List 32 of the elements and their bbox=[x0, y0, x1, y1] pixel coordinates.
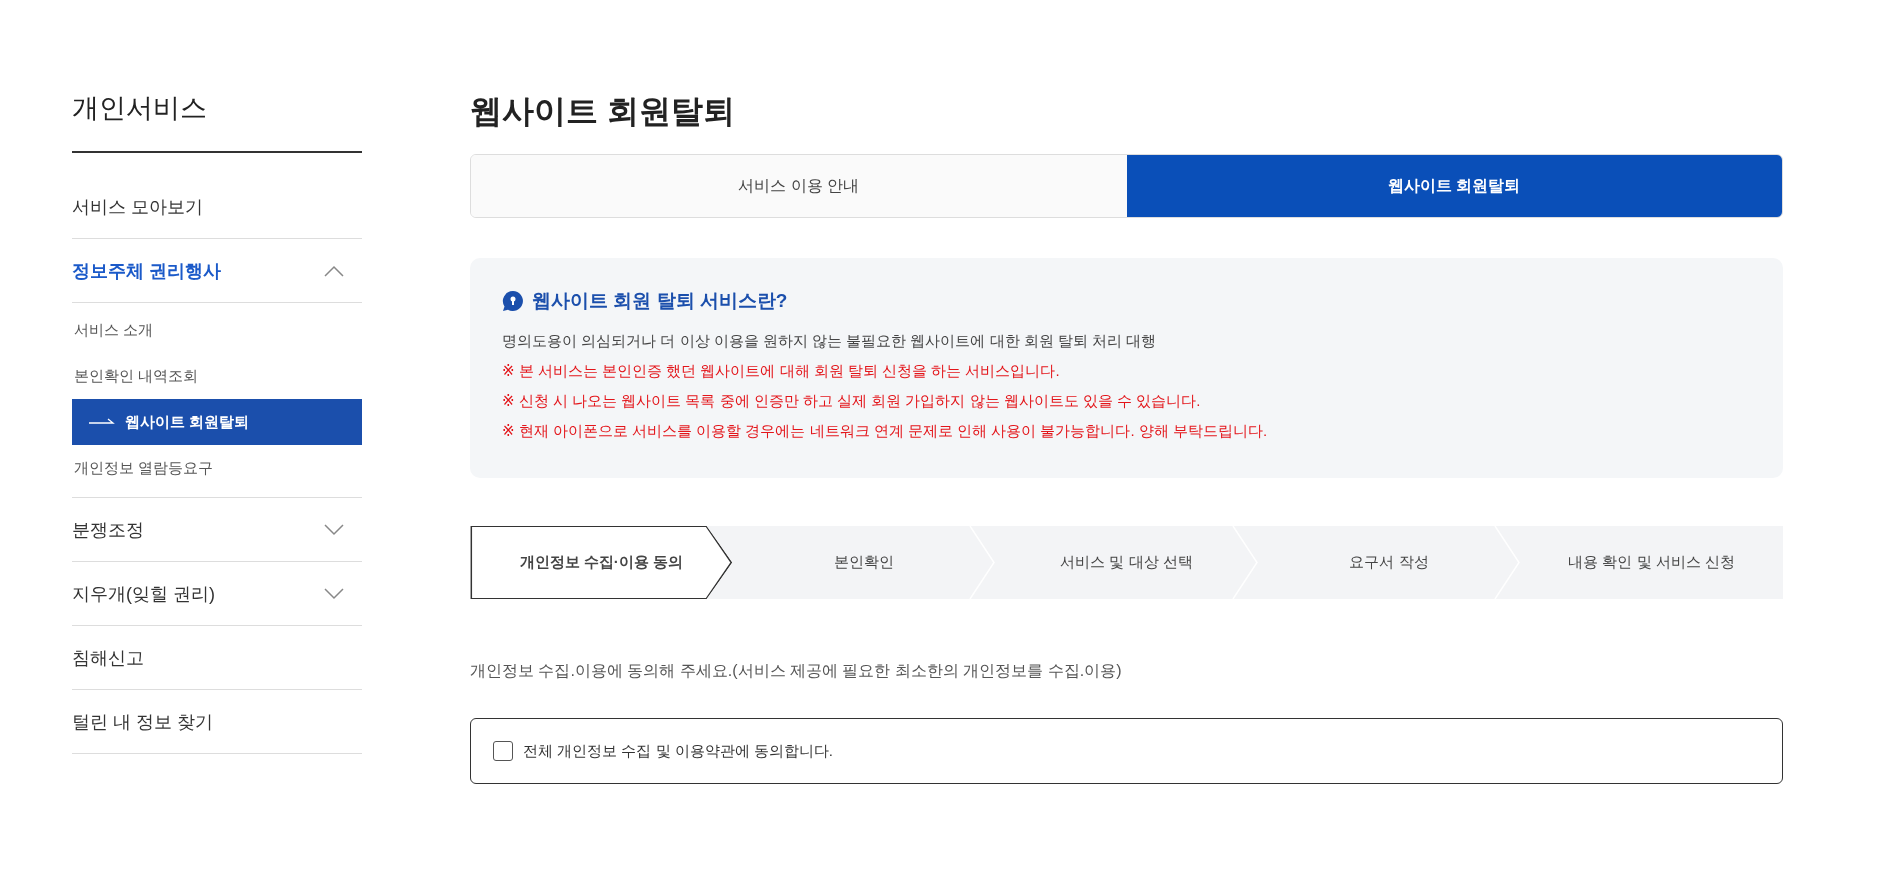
sidebar-title: 개인서비스 bbox=[72, 90, 362, 153]
step: 본인확인 bbox=[732, 526, 996, 599]
consent-intro: 개인정보 수집.이용에 동의해 주세요.(서비스 제공에 필요한 최소한의 개인정보를 수집.이용) bbox=[470, 661, 1123, 681]
speech-bubble-icon bbox=[502, 290, 524, 312]
sidebar-item[interactable]: 침해신고 bbox=[72, 645, 144, 670]
sidebar-item[interactable]: 지우개(잊힐 권리) bbox=[72, 581, 215, 606]
sidebar-subitem[interactable]: 웹사이트 회원탈퇴 bbox=[72, 399, 362, 445]
chevron-down-icon[interactable] bbox=[324, 587, 344, 600]
checkbox[interactable] bbox=[493, 741, 513, 761]
step: 서비스 및 대상 선택 bbox=[995, 526, 1258, 599]
warning-text: ※ 본 서비스는 본인인증 했던 웹사이트에 대해 회원 탈퇴 신청을 하는 서비스입니다. bbox=[502, 361, 1061, 381]
page-title: 웹사이트 회원탈퇴 bbox=[470, 92, 736, 131]
step: 요구서 작성 bbox=[1257, 526, 1521, 599]
tab[interactable]: 서비스 이용 안내 bbox=[471, 155, 1127, 217]
sidebar-subitem[interactable]: 본인확인 내역조회 bbox=[72, 353, 362, 399]
consent-label: 전체 개인정보 수집 및 이용약관에 동의합니다. bbox=[523, 741, 833, 761]
sidebar-subitem[interactable]: 서비스 소개 bbox=[72, 307, 362, 353]
info-text: 명의도용이 의심되거나 더 이상 이용을 원하지 않는 불필요한 웹사이트에 대한 회원 탈퇴 처리 대행 bbox=[502, 331, 1158, 351]
consent-checkbox-row[interactable]: 전체 개인정보 수집 및 이용약관에 동의합니다. bbox=[470, 718, 1783, 784]
sidebar-item[interactable]: 털린 내 정보 찾기 bbox=[72, 709, 213, 734]
sidebar-subitem[interactable]: 개인정보 열람등요구 bbox=[72, 445, 362, 491]
step: 개인정보 수집·이용 동의 bbox=[470, 526, 733, 599]
chevron-down-icon[interactable] bbox=[324, 523, 344, 536]
info-heading: 웹사이트 회원 탈퇴 서비스란? bbox=[532, 289, 788, 313]
chevron-up-icon[interactable] bbox=[324, 264, 344, 277]
tab[interactable]: 웹사이트 회원탈퇴 bbox=[1126, 155, 1782, 217]
sidebar-item[interactable]: 정보주체 권리행사 bbox=[72, 258, 221, 283]
sidebar-item[interactable]: 분쟁조정 bbox=[72, 517, 144, 542]
sidebar-item[interactable]: 서비스 모아보기 bbox=[72, 194, 203, 219]
step: 내용 확인 및 서비스 신청 bbox=[1520, 526, 1783, 599]
warning-text: ※ 신청 시 나오는 웹사이트 목록 중에 인증만 하고 실제 회원 가입하지 않는 웹사이트도 있을 수 있습니다. bbox=[502, 391, 1202, 411]
warning-text: ※ 현재 아이폰으로 서비스를 이용할 경우에는 네트워크 연계 문제로 인해 사용이 불가능합니다. 양해 부탁드립니다. bbox=[502, 421, 1269, 441]
